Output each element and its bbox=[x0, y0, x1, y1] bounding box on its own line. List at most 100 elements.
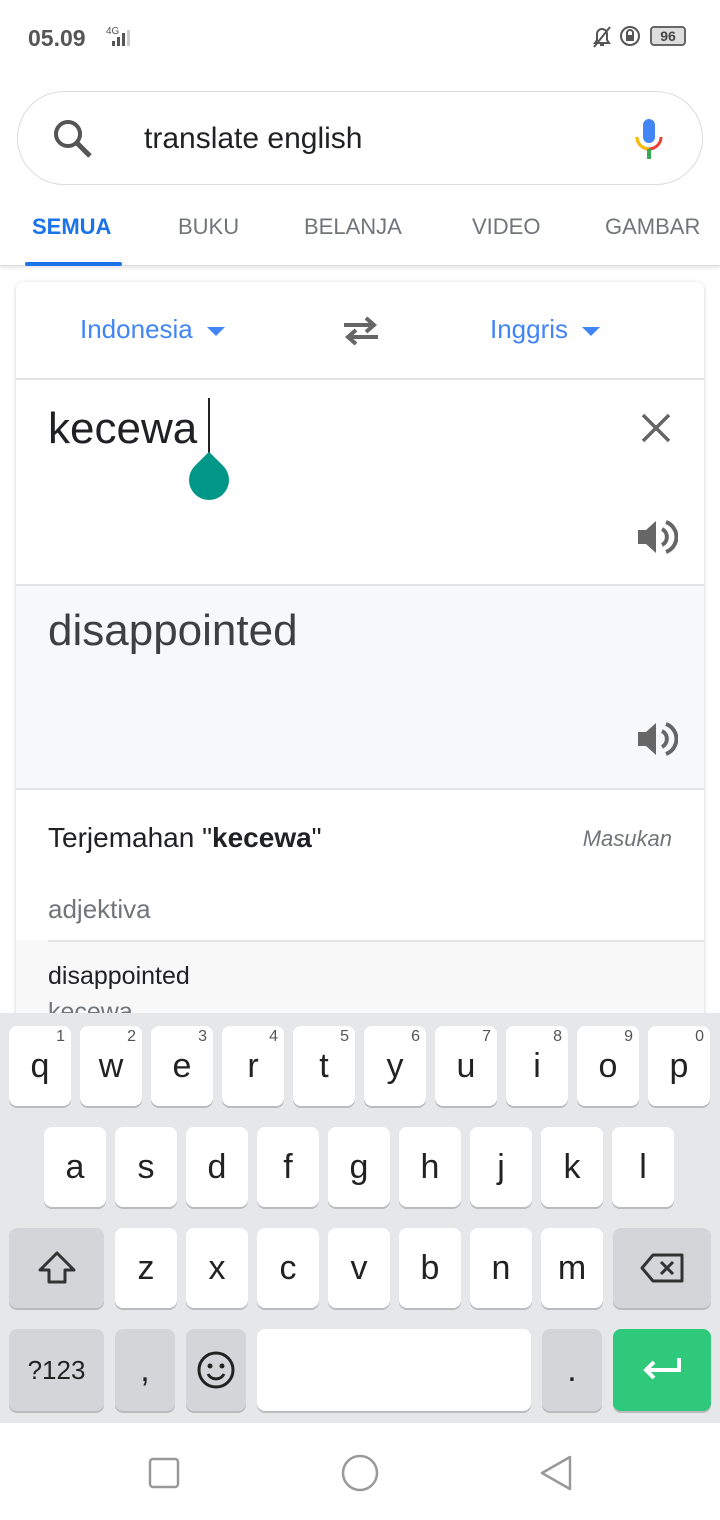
key-t[interactable]: t5 bbox=[293, 1026, 355, 1106]
key-label: v bbox=[350, 1248, 368, 1287]
key-label: u bbox=[456, 1046, 476, 1085]
key-label: q bbox=[30, 1046, 50, 1085]
rotation-lock-icon bbox=[620, 26, 640, 46]
key-x[interactable]: x bbox=[186, 1228, 248, 1308]
key-y[interactable]: y6 bbox=[364, 1026, 426, 1106]
tab-video[interactable]: VIDEO bbox=[472, 214, 540, 240]
clock: 05.09 bbox=[28, 25, 86, 51]
key-label: s bbox=[137, 1147, 155, 1186]
emoji-key[interactable] bbox=[186, 1329, 246, 1411]
swap-languages-icon[interactable] bbox=[340, 314, 382, 348]
shift-key[interactable] bbox=[9, 1228, 104, 1308]
search-bar[interactable]: translate english bbox=[17, 91, 703, 185]
key-m[interactable]: m bbox=[541, 1228, 603, 1308]
keyboard: q 1 w 2 e 3 r 4 t 5 y 6 u 7 i 8 o 9 p 0 a s d f g h j k l z x c v b n m ?123… bbox=[0, 1013, 720, 1423]
key-hint: 2 bbox=[127, 1028, 136, 1045]
search-tabs: SEMUA BUKU BELANJA VIDEO GAMBAR bbox=[0, 196, 720, 266]
key-label: e bbox=[172, 1046, 192, 1085]
key-n[interactable]: n bbox=[470, 1228, 532, 1308]
key-q[interactable]: q1 bbox=[9, 1026, 71, 1106]
source-language-select[interactable]: Indonesia bbox=[80, 314, 225, 345]
key-s[interactable]: s bbox=[115, 1127, 177, 1207]
divider bbox=[48, 940, 704, 942]
source-text-input[interactable]: kecewa bbox=[48, 404, 197, 454]
key-label: g bbox=[349, 1147, 369, 1186]
tab-semua[interactable]: SEMUA bbox=[32, 214, 111, 240]
key-c[interactable]: c bbox=[257, 1228, 319, 1308]
home-icon[interactable] bbox=[340, 1453, 380, 1493]
key-label: t bbox=[319, 1046, 329, 1085]
battery-icon: 96 bbox=[650, 26, 686, 46]
key-f[interactable]: f bbox=[257, 1127, 319, 1207]
key-label: b bbox=[420, 1248, 440, 1287]
key-w[interactable]: w2 bbox=[80, 1026, 142, 1106]
translation-output: disappointed bbox=[16, 584, 704, 790]
enter-key[interactable] bbox=[613, 1329, 711, 1411]
tab-gambar[interactable]: GAMBAR bbox=[605, 214, 700, 240]
microphone-icon[interactable] bbox=[632, 117, 666, 163]
key-a[interactable]: a bbox=[44, 1127, 106, 1207]
target-language-label: Inggris bbox=[490, 314, 569, 344]
key-label: ?123 bbox=[27, 1354, 86, 1385]
enter-icon bbox=[643, 1358, 681, 1380]
emoji-icon bbox=[197, 1351, 235, 1389]
symbols-key[interactable]: ?123 bbox=[9, 1329, 104, 1411]
cursor-handle[interactable] bbox=[180, 451, 238, 509]
search-input[interactable]: translate english bbox=[144, 122, 362, 156]
dropdown-caret-icon bbox=[582, 326, 601, 336]
backspace-key[interactable] bbox=[613, 1228, 711, 1308]
key-g[interactable]: g bbox=[328, 1127, 390, 1207]
key-label: x bbox=[208, 1248, 226, 1287]
key-hint: 8 bbox=[553, 1028, 562, 1045]
key-h[interactable]: h bbox=[399, 1127, 461, 1207]
search-icon[interactable] bbox=[52, 118, 94, 160]
shift-icon bbox=[38, 1251, 75, 1284]
bell-off-icon bbox=[593, 26, 611, 48]
key-label: z bbox=[137, 1248, 155, 1287]
key-u[interactable]: u7 bbox=[435, 1026, 497, 1106]
key-l[interactable]: l bbox=[612, 1127, 674, 1207]
divider bbox=[16, 378, 704, 380]
key-b[interactable]: b bbox=[399, 1228, 461, 1308]
key-label: l bbox=[639, 1147, 647, 1186]
key-label: p bbox=[669, 1046, 689, 1085]
key-p[interactable]: p0 bbox=[648, 1026, 710, 1106]
status-bar: 05.09 4G 96 bbox=[0, 0, 720, 75]
key-e[interactable]: e3 bbox=[151, 1026, 213, 1106]
speaker-icon[interactable] bbox=[636, 720, 678, 758]
divider bbox=[16, 788, 704, 790]
signal-bars-icon bbox=[112, 30, 130, 46]
key-i[interactable]: i8 bbox=[506, 1026, 568, 1106]
key-label: m bbox=[557, 1248, 587, 1287]
key-o[interactable]: o9 bbox=[577, 1026, 639, 1106]
navigation-bar bbox=[0, 1423, 720, 1520]
key-r[interactable]: r4 bbox=[222, 1026, 284, 1106]
key-j[interactable]: j bbox=[470, 1127, 532, 1207]
key-label: j bbox=[497, 1147, 505, 1186]
recent-apps-icon[interactable] bbox=[148, 1457, 180, 1489]
entry-word: disappointed bbox=[48, 962, 190, 990]
tab-belanja[interactable]: BELANJA bbox=[304, 214, 402, 240]
key-label: w bbox=[98, 1046, 124, 1085]
key-hint: 3 bbox=[198, 1028, 207, 1045]
period-key[interactable]: . bbox=[542, 1329, 602, 1411]
comma-key[interactable]: , bbox=[115, 1329, 175, 1411]
key-hint: 4 bbox=[269, 1028, 278, 1045]
translate-card: Indonesia Inggris kecewa disappointed Te… bbox=[16, 282, 704, 1042]
clear-icon[interactable] bbox=[640, 412, 672, 444]
key-label: k bbox=[563, 1147, 581, 1186]
key-d[interactable]: d bbox=[186, 1127, 248, 1207]
dropdown-caret-icon bbox=[206, 326, 225, 336]
space-key[interactable] bbox=[257, 1329, 531, 1411]
speaker-icon[interactable] bbox=[636, 518, 678, 556]
back-icon[interactable] bbox=[538, 1454, 574, 1492]
text-cursor bbox=[208, 398, 210, 456]
key-v[interactable]: v bbox=[328, 1228, 390, 1308]
tab-buku[interactable]: BUKU bbox=[178, 214, 239, 240]
key-z[interactable]: z bbox=[115, 1228, 177, 1308]
feedback-link[interactable]: Masukan bbox=[583, 826, 672, 852]
target-language-select[interactable]: Inggris bbox=[490, 314, 601, 345]
key-k[interactable]: k bbox=[541, 1127, 603, 1207]
key-label: c bbox=[279, 1248, 297, 1287]
dictionary-title: Terjemahan "kecewa" bbox=[48, 822, 322, 853]
